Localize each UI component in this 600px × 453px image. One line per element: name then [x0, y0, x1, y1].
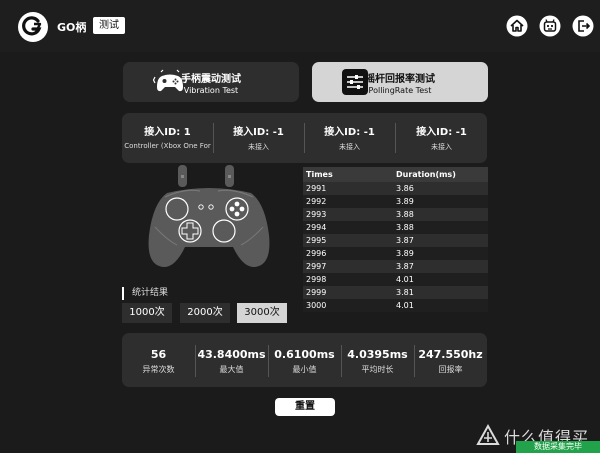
header-times: Times: [306, 170, 333, 179]
cell-times: 2991: [306, 184, 327, 193]
summary-value: 0.6100ms: [274, 348, 335, 361]
robot-icon[interactable]: [539, 15, 561, 37]
cell-times: 2998: [306, 275, 327, 284]
summary-value: 56: [150, 348, 167, 361]
table-row: 2999 3.81: [303, 286, 488, 299]
table-row: 2995 3.87: [303, 234, 488, 247]
cell-duration: 3.86: [396, 184, 414, 193]
summary-label: 最小值: [292, 365, 317, 374]
count-3000-button[interactable]: 3000次: [237, 303, 287, 323]
id-label: 接入ID: -1: [324, 127, 375, 138]
id-slot-2[interactable]: 接入ID: -1 未接入: [213, 113, 304, 163]
exit-icon[interactable]: [572, 15, 594, 37]
polling-rate-test-subtitle: PollingRate Test: [368, 86, 432, 95]
table-row: 2994 3.88: [303, 221, 488, 234]
summary-label: 平均时长: [361, 365, 394, 374]
id-label: 接入ID: -1: [233, 127, 284, 138]
cell-duration: 3.88: [396, 223, 414, 232]
table-row: 2991 3.86: [303, 182, 488, 195]
logo-icon: [18, 12, 48, 42]
home-icon[interactable]: [506, 15, 528, 37]
id-slot-3[interactable]: 接入ID: -1 未接入: [304, 113, 395, 163]
id-status: 未接入: [431, 143, 452, 151]
id-label: 接入ID: -1: [416, 127, 467, 138]
mode-badge: 测试: [93, 17, 125, 34]
reset-button[interactable]: 重置: [275, 398, 335, 416]
summary-average: 4.0395ms 平均时长: [341, 333, 414, 387]
summary-label: 异常次数: [142, 365, 175, 374]
cell-duration: 4.01: [396, 301, 414, 310]
cell-duration: 3.88: [396, 210, 414, 219]
cell-times: 2996: [306, 249, 327, 258]
table-row: 2993 3.88: [303, 208, 488, 221]
stats-section-label: 统计结果: [122, 287, 168, 300]
cell-duration: 3.81: [396, 288, 414, 297]
count-1000-button[interactable]: 1000次: [122, 303, 172, 323]
cell-duration: 3.87: [396, 262, 414, 271]
cell-times: 3000: [306, 301, 327, 310]
summary-label: 回报率: [438, 365, 463, 374]
header-duration: Duration(ms): [396, 170, 456, 179]
summary-value: 43.8400ms: [197, 348, 266, 361]
controller-id-panel: 接入ID: 1 Controller (Xbox One For 接入ID: -…: [122, 113, 487, 163]
id-status: 未接入: [339, 143, 360, 151]
id-label: 接入ID: 1: [144, 127, 191, 138]
app-title: GO柄: [57, 21, 87, 34]
summary-panel: 56 异常次数 43.8400ms 最大值 0.6100ms 最小值 4.039…: [122, 333, 487, 387]
cell-duration: 3.89: [396, 197, 414, 206]
cell-times: 2995: [306, 236, 327, 245]
table-row: 2998 4.01: [303, 273, 488, 286]
app-header: GO柄 测试: [0, 0, 600, 52]
cell-times: 2997: [306, 262, 327, 271]
table-row: 2996 3.89: [303, 247, 488, 260]
summary-min: 0.6100ms 最小值: [268, 333, 341, 387]
cell-duration: 4.01: [396, 275, 414, 284]
polling-rate-test-title: 摇杆回报率测试: [365, 74, 435, 85]
summary-value: 247.550hz: [418, 348, 483, 361]
table-row: 2992 3.89: [303, 195, 488, 208]
table-row: 3000 4.01: [303, 299, 488, 312]
polling-rate-test-button[interactable]: 摇杆回报率测试 PollingRate Test: [312, 62, 488, 102]
cell-times: 2993: [306, 210, 327, 219]
cell-times: 2999: [306, 288, 327, 297]
summary-polling-rate: 247.550hz 回报率: [414, 333, 487, 387]
cell-duration: 3.89: [396, 249, 414, 258]
count-2000-button[interactable]: 2000次: [180, 303, 230, 323]
cell-duration: 3.87: [396, 236, 414, 245]
vibration-test-title: 手柄震动测试: [181, 74, 241, 85]
status-badge: 数据采集完毕: [516, 441, 600, 453]
summary-max: 43.8400ms 最大值: [195, 333, 268, 387]
gamepad-illustration: [145, 165, 273, 271]
summary-value: 4.0395ms: [347, 348, 408, 361]
summary-label: 最大值: [219, 365, 244, 374]
table-row: 2997 3.87: [303, 260, 488, 273]
id-status: Controller (Xbox One For: [124, 142, 211, 150]
id-slot-4[interactable]: 接入ID: -1 未接入: [396, 113, 487, 163]
summary-anomaly-count: 56 异常次数: [122, 333, 195, 387]
cell-times: 2992: [306, 197, 327, 206]
id-slot-1[interactable]: 接入ID: 1 Controller (Xbox One For: [122, 113, 213, 163]
id-status: 未接入: [248, 143, 269, 151]
table-header: Times Duration(ms): [303, 167, 488, 182]
vibration-test-button[interactable]: 手柄震动测试 Vibration Test: [123, 62, 299, 102]
vibration-test-subtitle: Vibration Test: [183, 86, 239, 95]
cell-times: 2994: [306, 223, 327, 232]
